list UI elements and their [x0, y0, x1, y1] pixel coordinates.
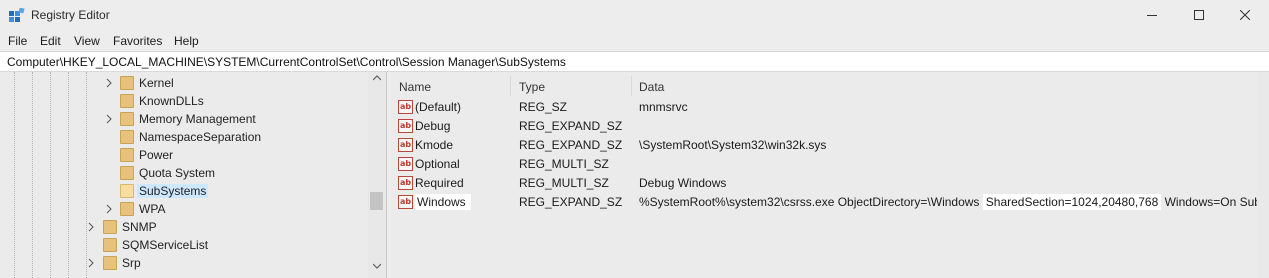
maximize-button[interactable]: [1176, 0, 1222, 31]
window-title: Registry Editor: [31, 8, 110, 22]
value-type: REG_MULTI_SZ: [519, 157, 609, 171]
column-header-data[interactable]: Data: [639, 72, 664, 100]
tree-item-snmp[interactable]: SNMP: [0, 218, 368, 236]
scroll-up-icon[interactable]: [373, 75, 381, 81]
folder-icon: [103, 238, 117, 252]
value-data: mnmsrvc: [639, 100, 688, 114]
value-data: %SystemRoot%\system32\csrss.exe ObjectDi…: [639, 194, 1269, 210]
menu-favorites[interactable]: Favorites: [113, 34, 162, 48]
string-value-icon: ab: [398, 176, 413, 190]
column-divider[interactable]: [631, 76, 632, 96]
value-name: Required: [415, 176, 464, 190]
string-value-icon: ab: [398, 119, 413, 133]
chevron-right-icon[interactable]: [105, 114, 114, 124]
chevron-right-icon[interactable]: [87, 222, 96, 232]
value-row-optional[interactable]: ab Optional REG_MULTI_SZ: [391, 155, 1259, 174]
values-pane[interactable]: Name Type Data ab (Default) REG_SZ mnmsr…: [391, 72, 1269, 278]
tree-item-namespaceseparation[interactable]: NamespaceSeparation: [0, 128, 368, 146]
chevron-right-icon[interactable]: [87, 258, 96, 268]
value-type: REG_EXPAND_SZ: [519, 195, 623, 209]
value-row-required[interactable]: ab Required REG_MULTI_SZ Debug Windows: [391, 174, 1259, 193]
folder-icon: [120, 94, 134, 108]
value-name-highlighted: Windows: [415, 194, 471, 210]
shared-section-highlight: SharedSection=1024,20480,768: [982, 194, 1162, 210]
close-button[interactable]: [1222, 0, 1268, 31]
value-type: REG_EXPAND_SZ: [519, 138, 623, 152]
tree-item-power[interactable]: Power: [0, 146, 368, 164]
folder-icon: [120, 76, 134, 90]
menu-view[interactable]: View: [74, 34, 100, 48]
value-name: Kmode: [415, 138, 454, 152]
menu-help[interactable]: Help: [174, 34, 199, 48]
minimize-button[interactable]: [1129, 0, 1175, 31]
value-data-suffix: Windows=On SubS...: [1161, 195, 1269, 209]
chevron-right-icon[interactable]: [105, 78, 114, 88]
value-type: REG_SZ: [519, 100, 568, 114]
scroll-down-icon[interactable]: [373, 263, 381, 269]
tree-item-label: SQMServiceList: [122, 238, 209, 252]
address-path[interactable]: Computer\HKEY_LOCAL_MACHINE\SYSTEM\Curre…: [7, 55, 566, 69]
menu-edit[interactable]: Edit: [40, 34, 61, 48]
column-divider[interactable]: [510, 76, 511, 96]
column-header-type[interactable]: Type: [519, 72, 545, 100]
value-name: Debug: [415, 119, 451, 133]
tree-item-label: Power: [139, 148, 174, 162]
tree-item-label: WPA: [139, 202, 166, 216]
folder-icon: [120, 148, 134, 162]
column-header-name[interactable]: Name: [399, 72, 431, 100]
string-value-icon: ab: [398, 138, 413, 152]
tree-item-subsystems[interactable]: SubSystems: [0, 182, 368, 200]
tree-scrollbar[interactable]: [368, 72, 386, 278]
close-icon: [1240, 10, 1250, 20]
folder-icon: [103, 256, 117, 270]
registry-editor-icon: [9, 8, 25, 22]
folder-icon: [120, 130, 134, 144]
tree-item-label: Quota System: [139, 166, 216, 180]
value-name: (Default): [415, 100, 462, 114]
string-value-icon: ab: [398, 100, 413, 114]
tree-item-knowndlls[interactable]: KnownDLLs: [0, 92, 368, 110]
tree-item-label: KnownDLLs: [139, 94, 204, 108]
maximize-icon: [1194, 10, 1204, 20]
menu-file[interactable]: File: [8, 34, 27, 48]
folder-icon: [120, 166, 134, 180]
tree-item-label: Srp: [122, 256, 141, 270]
value-row-windows[interactable]: ab Windows REG_EXPAND_SZ %SystemRoot%\sy…: [391, 193, 1269, 212]
folder-icon: [120, 112, 134, 126]
tree-item-label-selected: SubSystems: [137, 184, 209, 198]
string-value-icon: ab: [398, 195, 413, 209]
value-name: Optional: [415, 157, 460, 171]
string-value-icon: ab: [398, 157, 413, 171]
key-tree-pane[interactable]: Kernel KnownDLLs Memory Management Names…: [0, 72, 387, 278]
value-row-debug[interactable]: ab Debug REG_EXPAND_SZ: [391, 117, 1259, 136]
chevron-right-icon[interactable]: [105, 204, 114, 214]
tree-item-memory-management[interactable]: Memory Management: [0, 110, 368, 128]
tree-item-label: Memory Management: [139, 112, 256, 126]
tree-item-label: SNMP: [122, 220, 157, 234]
tree-item-srp[interactable]: Srp: [0, 254, 368, 272]
value-row-default[interactable]: ab (Default) REG_SZ mnmsrvc: [391, 98, 1259, 117]
value-data: Debug Windows: [639, 176, 727, 190]
tree-item-kernel[interactable]: Kernel: [0, 74, 368, 92]
tree-item-wpa[interactable]: WPA: [0, 200, 368, 218]
value-data: \SystemRoot\System32\win32k.sys: [639, 138, 827, 152]
minimize-icon: [1147, 15, 1157, 16]
value-data-prefix: %SystemRoot%\system32\csrss.exe ObjectDi…: [639, 195, 983, 209]
folder-icon: [120, 202, 134, 216]
tree-item-label: NamespaceSeparation: [139, 130, 262, 144]
tree-item-quota-system[interactable]: Quota System: [0, 164, 368, 182]
scroll-thumb[interactable]: [370, 192, 383, 210]
menu-bar: File Edit View Favorites Help: [0, 31, 1269, 51]
open-folder-icon: [120, 184, 134, 198]
address-bar[interactable]: Computer\HKEY_LOCAL_MACHINE\SYSTEM\Curre…: [0, 51, 1269, 72]
title-bar: Registry Editor: [0, 0, 1269, 31]
value-type: REG_EXPAND_SZ: [519, 119, 623, 133]
tree-item-label: Kernel: [139, 76, 174, 90]
tree-item-sqmservicelist[interactable]: SQMServiceList: [0, 236, 368, 254]
value-type: REG_MULTI_SZ: [519, 176, 609, 190]
folder-icon: [103, 220, 117, 234]
value-row-kmode[interactable]: ab Kmode REG_EXPAND_SZ \SystemRoot\Syste…: [391, 136, 1259, 155]
values-scrollbar[interactable]: [1257, 72, 1269, 278]
